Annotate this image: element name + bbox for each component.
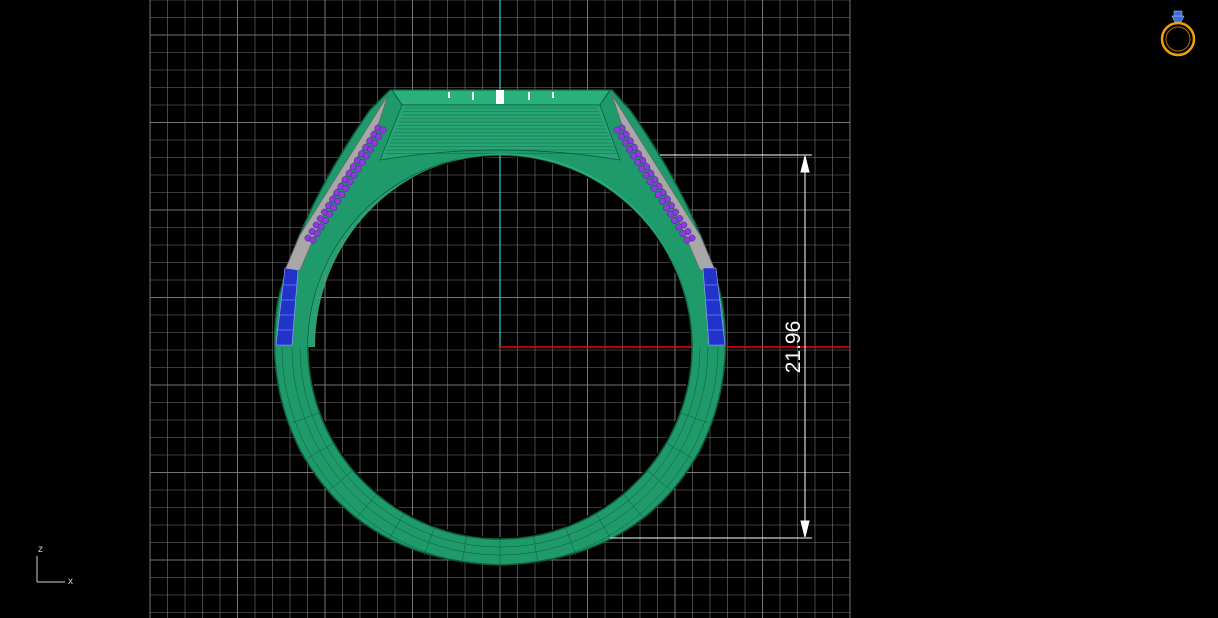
pave-stone bbox=[679, 230, 687, 237]
pave-stone bbox=[667, 210, 674, 218]
pave-stone bbox=[346, 178, 354, 186]
pave-stone bbox=[662, 204, 670, 212]
pave-stone bbox=[326, 210, 333, 218]
pave-stone bbox=[630, 152, 637, 160]
pave-stone bbox=[354, 165, 362, 173]
pave-stone bbox=[350, 171, 358, 179]
pave-stone bbox=[675, 223, 683, 231]
pave-stone bbox=[634, 158, 642, 166]
pave-stone bbox=[330, 204, 338, 212]
pave-stone bbox=[654, 191, 662, 199]
dimension-value: 21.96 bbox=[782, 321, 805, 374]
pave-stone bbox=[625, 145, 633, 153]
axis-z-label: z bbox=[38, 544, 43, 555]
pave-stone bbox=[379, 126, 387, 134]
pave-stone bbox=[358, 158, 366, 166]
pave-stone bbox=[338, 191, 346, 199]
pave-stone bbox=[367, 145, 375, 153]
pave-stone bbox=[317, 223, 325, 231]
pave-stone bbox=[342, 184, 350, 192]
pave-stone bbox=[313, 230, 321, 237]
pave-stone bbox=[683, 236, 691, 244]
pave-stone bbox=[638, 165, 646, 173]
pave-stone bbox=[658, 197, 666, 205]
axis-x-label: x bbox=[68, 576, 73, 587]
pave-stone bbox=[642, 171, 650, 179]
pave-stone bbox=[621, 139, 629, 147]
pave-stone bbox=[309, 236, 317, 244]
pave-stone bbox=[650, 184, 658, 192]
cad-viewport[interactable]: 21.96 z x bbox=[0, 0, 1218, 618]
pave-stone bbox=[613, 126, 621, 134]
pave-stone bbox=[646, 178, 654, 186]
pave-stone bbox=[671, 217, 679, 225]
pave-stone bbox=[321, 217, 329, 225]
pave-stone bbox=[363, 152, 370, 160]
pave-stone bbox=[371, 139, 379, 147]
pave-stone bbox=[334, 197, 342, 205]
pave-stone bbox=[617, 133, 625, 140]
pave-stone bbox=[375, 133, 383, 140]
